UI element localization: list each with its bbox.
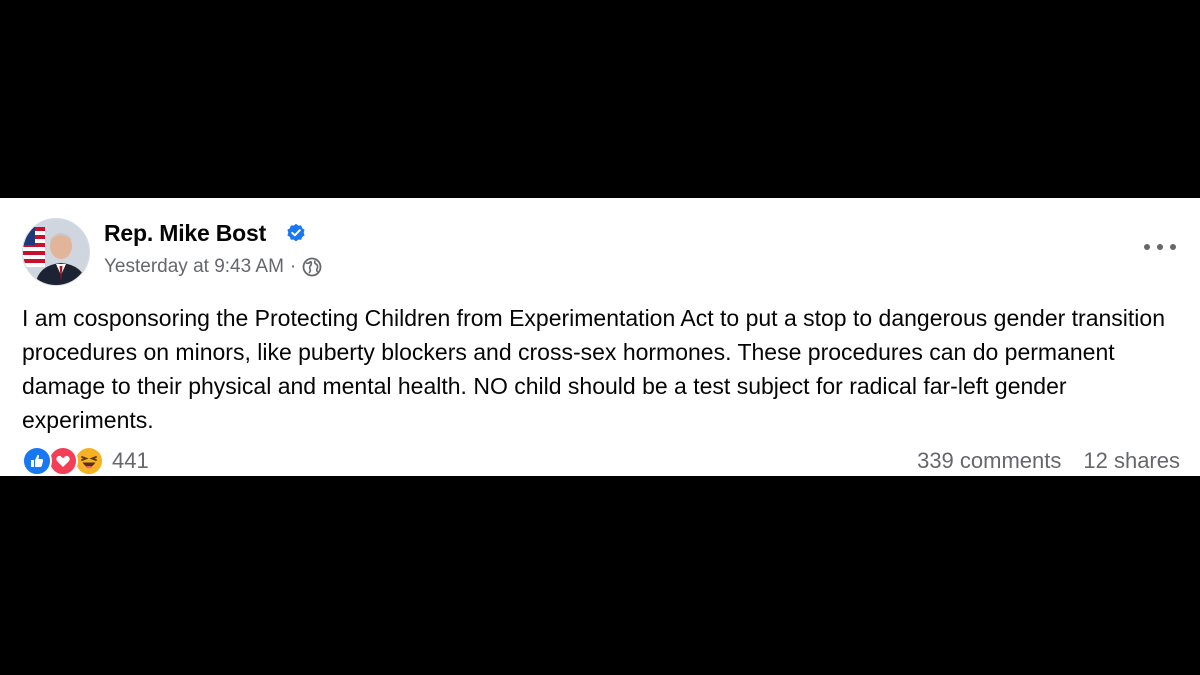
post-body: I am cosponsoring the Protecting Childre…: [22, 305, 1165, 433]
reaction-count[interactable]: 441: [112, 448, 149, 474]
comments-count[interactable]: 339 comments: [917, 448, 1061, 474]
avatar[interactable]: [22, 218, 90, 286]
shares-count[interactable]: 12 shares: [1083, 448, 1180, 474]
engagement-counts: 339 comments 12 shares: [917, 448, 1180, 474]
facebook-post: Rep. Mike Bost Yesterday at 9:43 AM · I …: [0, 198, 1200, 476]
avatar-image: [23, 219, 89, 285]
verified-badge-icon: [287, 223, 305, 242]
post-timestamp[interactable]: Yesterday at 9:43 AM: [104, 256, 284, 278]
more-options-icon[interactable]: [1144, 240, 1176, 254]
letterbox-bottom: [0, 476, 1200, 675]
meta-separator: ·: [289, 256, 297, 277]
post-meta: Yesterday at 9:43 AM ·: [104, 256, 322, 278]
letterbox-top: [0, 0, 1200, 198]
globe-icon[interactable]: [302, 257, 322, 277]
haha-icon: [74, 446, 104, 476]
author-name[interactable]: Rep. Mike Bost: [104, 220, 266, 247]
reactions-summary[interactable]: 441: [22, 446, 149, 476]
love-icon: [48, 446, 78, 476]
like-icon: [22, 446, 52, 476]
